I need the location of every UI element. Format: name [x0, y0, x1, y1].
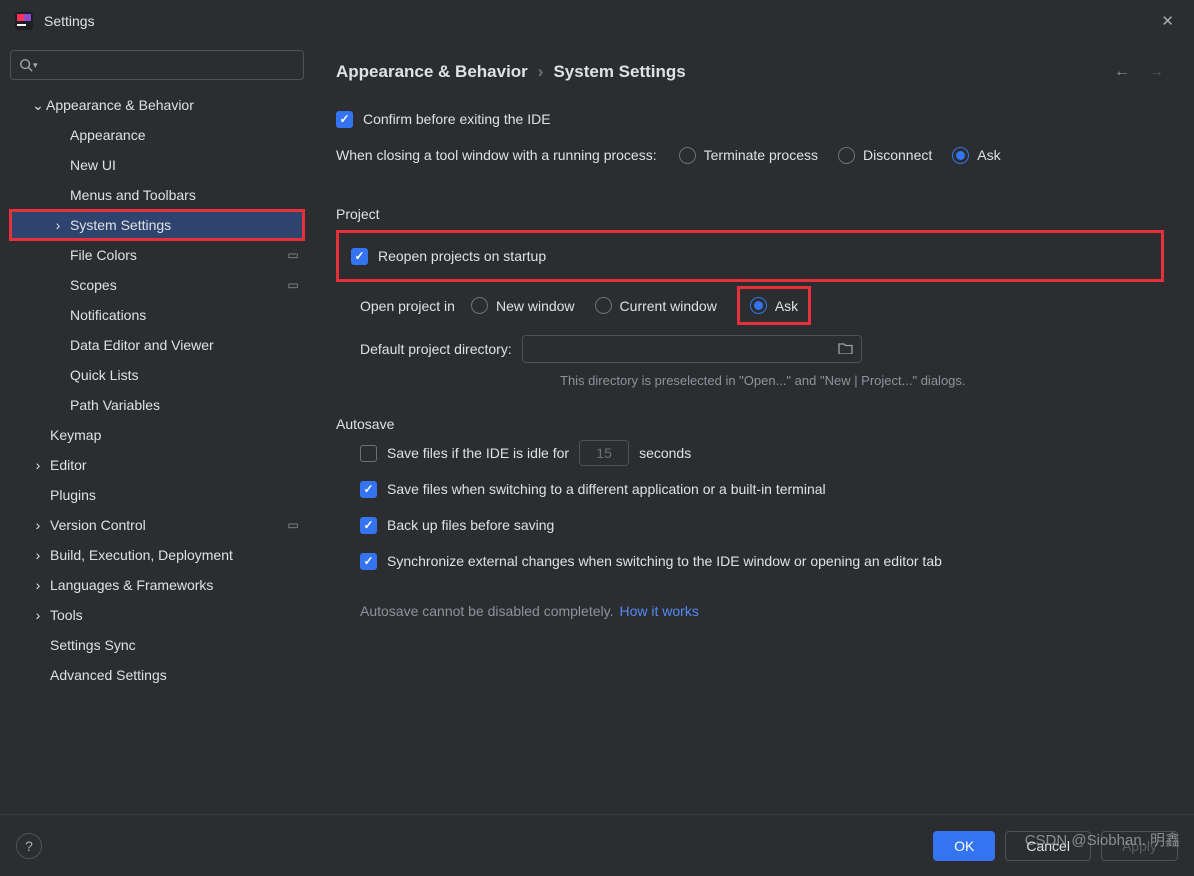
tree-tools[interactable]: ›Tools	[10, 600, 304, 630]
breadcrumb-separator-icon: ›	[538, 62, 544, 82]
tree-new-ui[interactable]: New UI	[10, 150, 304, 180]
default-dir-hint: This directory is preselected in "Open..…	[560, 373, 1164, 388]
title-bar: Settings ✕	[0, 0, 1194, 42]
tree-quick-lists[interactable]: Quick Lists	[10, 360, 304, 390]
search-icon	[19, 58, 33, 72]
footer: ? OK Cancel Apply	[0, 814, 1194, 876]
open-in-label: Open project in	[360, 298, 455, 314]
sync-external-checkbox[interactable]	[360, 553, 377, 570]
save-idle-label: Save files if the IDE is idle for	[387, 445, 569, 461]
save-idle-checkbox[interactable]	[360, 445, 377, 462]
apply-button: Apply	[1101, 831, 1178, 861]
confirm-exit-checkbox[interactable]	[336, 111, 353, 128]
closing-disconnect-radio[interactable]	[838, 147, 855, 164]
project-section-header: Project	[336, 206, 1164, 222]
how-it-works-link[interactable]: How it works	[619, 603, 698, 619]
closing-ask-radio[interactable]	[952, 147, 969, 164]
tree-appearance[interactable]: Appearance	[10, 120, 304, 150]
content-panel: Appearance & Behavior › System Settings …	[310, 42, 1194, 812]
tree-scopes[interactable]: Scopes▭	[10, 270, 304, 300]
autosave-note: Autosave cannot be disabled completely.	[360, 603, 613, 619]
chevron-right-icon: ›	[30, 577, 46, 593]
ok-button[interactable]: OK	[933, 831, 995, 861]
chevron-right-icon: ›	[30, 607, 46, 623]
autosave-section-header: Autosave	[336, 416, 1164, 432]
open-current-window-radio[interactable]	[595, 297, 612, 314]
scope-indicator-icon: ▭	[282, 518, 304, 532]
chevron-right-icon: ›	[50, 217, 66, 233]
tree-system-settings[interactable]: ›System Settings	[10, 210, 304, 240]
closing-terminate-radio[interactable]	[679, 147, 696, 164]
chevron-right-icon: ›	[30, 547, 46, 563]
backup-label: Back up files before saving	[387, 517, 554, 533]
tree-build[interactable]: ›Build, Execution, Deployment	[10, 540, 304, 570]
breadcrumb-parent[interactable]: Appearance & Behavior	[336, 62, 528, 82]
sync-external-label: Synchronize external changes when switch…	[387, 553, 942, 569]
idle-seconds-input	[579, 440, 629, 466]
open-new-window-radio[interactable]	[471, 297, 488, 314]
scope-indicator-icon: ▭	[282, 248, 304, 262]
tree-file-colors[interactable]: File Colors▭	[10, 240, 304, 270]
body: ▾ ⌄Appearance & Behavior Appearance New …	[0, 42, 1194, 812]
reopen-checkbox[interactable]	[351, 248, 368, 265]
tree-plugins[interactable]: Plugins	[10, 480, 304, 510]
tree-path-variables[interactable]: Path Variables	[10, 390, 304, 420]
project-highlight-box: Reopen projects on startup	[336, 230, 1164, 282]
confirm-exit-label: Confirm before exiting the IDE	[363, 111, 551, 127]
save-switch-label: Save files when switching to a different…	[387, 481, 826, 497]
save-switch-checkbox[interactable]	[360, 481, 377, 498]
tree-editor[interactable]: ›Editor	[10, 450, 304, 480]
scope-indicator-icon: ▭	[282, 278, 304, 292]
search-input[interactable]: ▾	[10, 50, 304, 80]
help-button[interactable]: ?	[16, 833, 42, 859]
open-ask-highlight: Ask	[737, 286, 811, 325]
tree-version-control[interactable]: ›Version Control▭	[10, 510, 304, 540]
sidebar: ▾ ⌄Appearance & Behavior Appearance New …	[0, 42, 310, 812]
settings-tree: ⌄Appearance & Behavior Appearance New UI…	[10, 90, 304, 690]
tree-notifications[interactable]: Notifications	[10, 300, 304, 330]
default-dir-input[interactable]	[522, 335, 862, 363]
nav-back-icon[interactable]: ←	[1114, 63, 1130, 81]
chevron-right-icon: ›	[30, 517, 46, 533]
chevron-right-icon: ›	[30, 457, 46, 473]
tree-settings-sync[interactable]: Settings Sync	[10, 630, 304, 660]
chevron-down-icon: ⌄	[30, 97, 46, 114]
seconds-label: seconds	[639, 445, 691, 461]
tree-advanced[interactable]: Advanced Settings	[10, 660, 304, 690]
open-ask-radio[interactable]	[750, 297, 767, 314]
tree-appearance-behavior[interactable]: ⌄Appearance & Behavior	[10, 90, 304, 120]
cancel-button[interactable]: Cancel	[1005, 831, 1091, 861]
closing-process-label: When closing a tool window with a runnin…	[336, 147, 657, 163]
tree-languages[interactable]: ›Languages & Frameworks	[10, 570, 304, 600]
backup-checkbox[interactable]	[360, 517, 377, 534]
tree-keymap[interactable]: Keymap	[10, 420, 304, 450]
breadcrumb: Appearance & Behavior › System Settings	[336, 62, 1114, 82]
window-title: Settings	[44, 13, 1151, 29]
tree-data-editor[interactable]: Data Editor and Viewer	[10, 330, 304, 360]
reopen-label: Reopen projects on startup	[378, 248, 546, 264]
default-dir-label: Default project directory:	[360, 341, 512, 357]
close-icon[interactable]: ✕	[1161, 12, 1174, 30]
app-logo-icon	[14, 11, 34, 31]
breadcrumb-current: System Settings	[553, 62, 685, 82]
nav-forward-icon: →	[1148, 63, 1164, 81]
folder-icon[interactable]	[838, 341, 853, 357]
tree-menus-toolbars[interactable]: Menus and Toolbars	[10, 180, 304, 210]
